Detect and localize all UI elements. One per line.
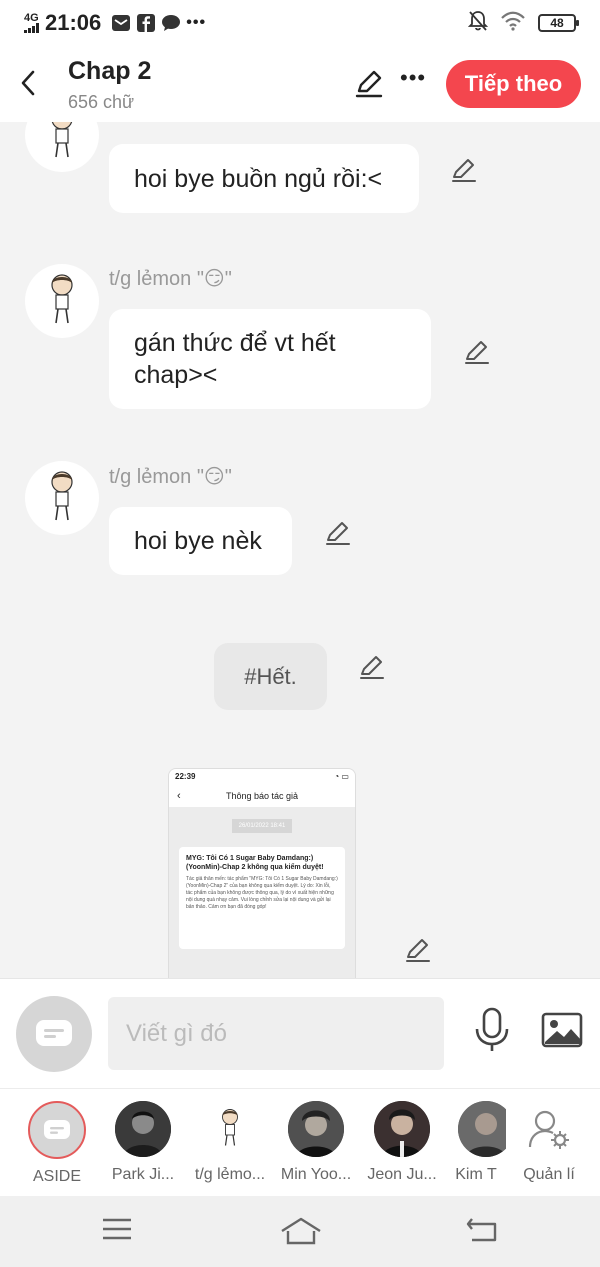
chevron-left-icon [21,70,35,96]
menu-button[interactable] [102,1217,132,1246]
character-name: Min Yoo... [280,1166,352,1183]
image-upload-button[interactable] [541,1012,583,1053]
message-bubble[interactable]: gán thức để vt hết chap>< [109,309,431,409]
manage-characters-button[interactable]: Quản lí [506,1101,592,1184]
character-name: Jeon Ju... [367,1166,437,1183]
character-name: Park Ji... [111,1166,175,1183]
chibi-character-icon [51,471,73,521]
avatar [202,1101,258,1157]
sender-name: t/g lẻmon "😏" [109,268,232,290]
embedded-status-bar: 22:39 ◔ ▭ [169,769,355,785]
mail-icon [111,14,131,32]
character-aside[interactable]: ASIDE [14,1101,100,1186]
character-jeon-ju[interactable]: Jeon Ju... [359,1101,445,1184]
end-marker-text: #Hết. [244,663,297,689]
status-bar: 4G 21:06 ••• 48 [0,0,600,46]
character-name: Quản lí [523,1166,575,1183]
avatar[interactable] [25,122,99,172]
character-name: Kim T [455,1166,497,1183]
message-text: hoi bye buồn ngủ rồi:< [134,164,383,193]
word-count: 656 chữ [68,92,135,112]
character-name: t/g lẻmo... [194,1166,266,1183]
message-text: gán thức để vt hết chap>< [134,329,336,389]
return-icon [466,1218,497,1242]
avatar[interactable] [25,461,99,535]
embedded-screenshot-image[interactable]: 22:39 ◔ ▭ ‹ Thông báo tác giả 26/01/2022… [168,768,356,978]
next-button[interactable]: Tiếp theo [446,60,581,108]
home-icon [281,1217,321,1245]
chapter-title: Chap 2 [68,57,152,85]
more-notifications-icon: ••• [186,14,207,31]
person-photo-icon [288,1101,344,1157]
sender-name: t/g lẻmon "😏" [109,466,232,488]
avatar [458,1101,506,1157]
avatar [115,1101,171,1157]
person-photo-icon [458,1101,506,1157]
battery-indicator: 48 [538,14,579,32]
end-marker[interactable]: #Hết. [214,643,327,710]
pencil-icon[interactable] [324,519,352,547]
microphone-button[interactable] [472,1007,512,1058]
pencil-icon[interactable] [358,653,386,681]
person-photo-icon [374,1101,430,1157]
pencil-icon[interactable] [404,936,432,964]
character-tg-lemon[interactable]: t/g lẻmo... [187,1101,273,1184]
aside-toggle-button[interactable] [16,996,92,1072]
embedded-notice-card: MYG: Tôi Có 1 Sugar Baby Damdang:) (Yoon… [179,847,345,949]
message-icon [36,1020,72,1046]
microphone-icon [475,1007,509,1051]
chibi-character-icon [51,274,73,324]
home-button[interactable] [280,1217,322,1250]
mute-bell-icon [467,10,489,37]
pencil-icon [355,70,383,98]
chevron-left-icon: ‹ [177,790,181,802]
network-type: 4G [24,12,39,24]
back-nav-button[interactable] [466,1217,498,1248]
chibi-character-icon [222,1109,238,1146]
chibi-character-icon [51,122,73,158]
person-photo-icon [115,1101,171,1157]
chat-bubble-icon [161,14,181,32]
embedded-date: 26/01/2022 18:41 [232,819,292,833]
pencil-icon[interactable] [450,156,478,184]
image-icon [541,1012,583,1048]
user-settings-icon [528,1110,569,1149]
wifi-icon [500,11,526,36]
manage-avatar [521,1101,577,1157]
status-time: 21:06 [45,10,102,35]
message-bubble[interactable]: hoi bye buồn ngủ rồi:< [109,144,419,213]
character-name: ASIDE [32,1168,81,1185]
character-min-yoo[interactable]: Min Yoo... [273,1101,359,1184]
message-icon [44,1120,70,1139]
system-navigation-bar [0,1196,600,1267]
message-text: hoi bye nèk [134,527,262,555]
message-input[interactable] [108,997,444,1070]
hamburger-menu-icon [103,1218,131,1240]
chapter-header: Chap 2 656 chữ ••• Tiếp theo [0,46,600,122]
back-button[interactable] [14,66,42,100]
signal-icon: 4G [24,13,39,33]
message-bubble[interactable]: hoi bye nèk [109,507,292,575]
embedded-header: ‹ Thông báo tác giả [169,785,355,807]
more-options-button[interactable]: ••• [400,67,426,89]
edit-title-button[interactable] [354,68,384,103]
character-selector: ASIDE Park Ji... t/g lẻmo... Min Yoo... … [0,1088,600,1196]
avatar [288,1101,344,1157]
pencil-icon[interactable] [463,338,491,366]
avatar[interactable] [25,264,99,338]
character-kim-t[interactable]: Kim T [446,1101,506,1184]
avatar [374,1101,430,1157]
chat-area[interactable]: hoi bye buồn ngủ rồi:< t/g lẻmon "😏" gán… [0,122,600,978]
character-park-ji[interactable]: Park Ji... [100,1101,186,1184]
composer-bar [0,978,600,1088]
aside-avatar [28,1101,86,1159]
facebook-icon [136,14,156,32]
